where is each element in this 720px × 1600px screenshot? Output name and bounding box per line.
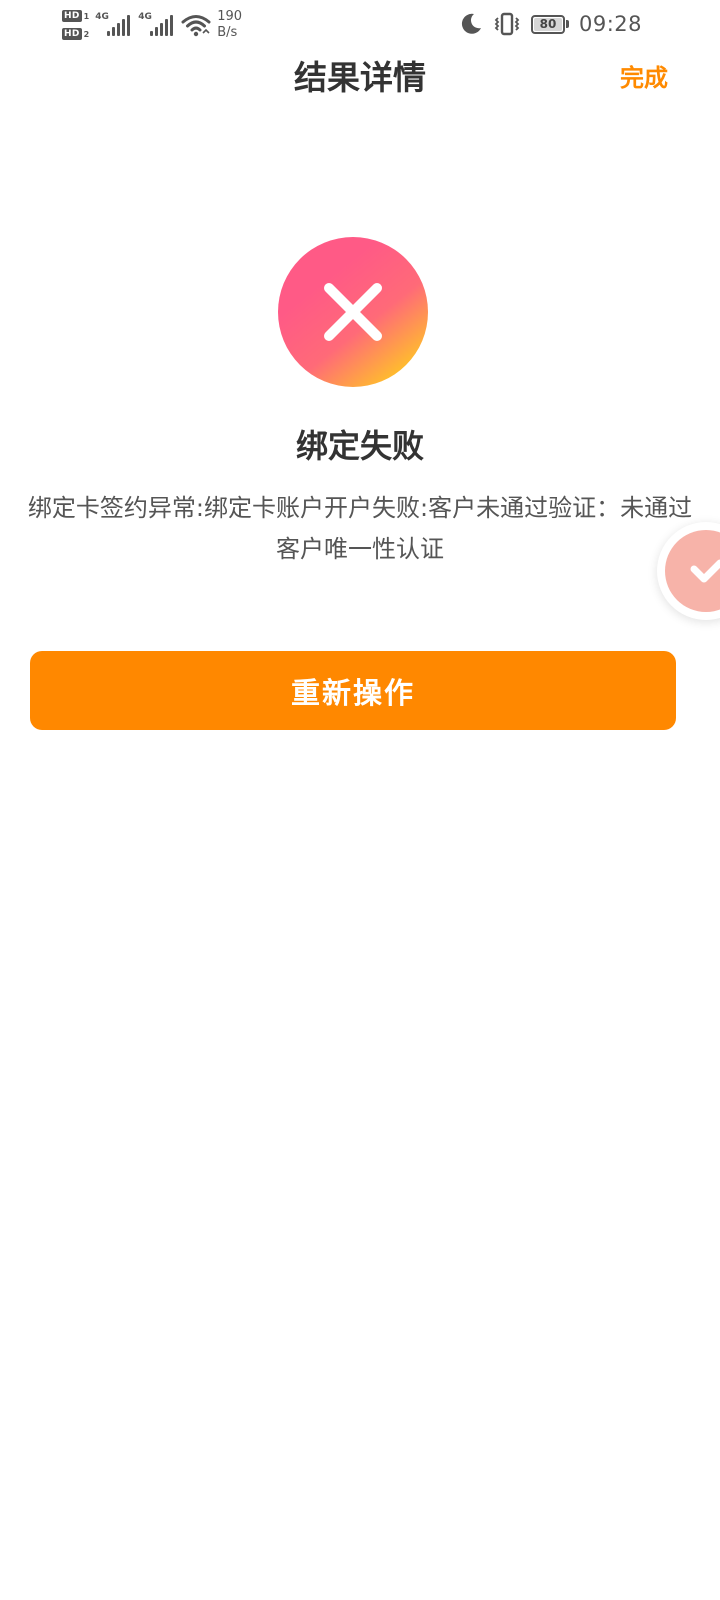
- done-button[interactable]: 完成: [620, 61, 668, 95]
- hd-indicators: HD 1 HD 2: [62, 10, 89, 40]
- sim1-signal: 4G: [95, 12, 131, 36]
- wifi-icon: [181, 15, 211, 37]
- sim1-hd-indicator: HD 1: [62, 10, 89, 22]
- network-type-label: 4G: [95, 12, 109, 22]
- check-icon: [690, 559, 720, 583]
- sim-index: 1: [83, 11, 90, 21]
- retry-button-label: 重新操作: [290, 675, 415, 710]
- hd-badge: HD: [62, 10, 82, 22]
- network-speed-value: 190: [217, 9, 243, 24]
- vibrate-icon: [494, 12, 520, 36]
- error-x-icon: [278, 237, 428, 387]
- retry-button[interactable]: 重新操作: [30, 651, 676, 730]
- page-title: 结果详情: [294, 58, 426, 97]
- status-time: 09:28: [578, 12, 642, 36]
- sim-index: 2: [83, 29, 90, 39]
- result-message: 绑定卡签约异常:绑定卡账户开户失败:客户未通过验证：未通过客户唯一性认证: [27, 494, 693, 563]
- hd-badge: HD: [62, 28, 82, 40]
- status-bar-left: HD 1 HD 2 4G 4G 190 B/s: [62, 4, 242, 46]
- moon-icon: [461, 13, 481, 34]
- battery-body: 80: [530, 14, 565, 34]
- battery-level: 80: [533, 17, 562, 31]
- signal-icon: [107, 15, 131, 36]
- sim2-hd-indicator: HD 2: [62, 28, 89, 40]
- signal-icon: [150, 15, 174, 36]
- result-title: 绑定失败: [295, 427, 424, 465]
- floating-assistant-inner: [665, 530, 720, 612]
- status-bar: HD 1 HD 2 4G 4G 190 B/s 80 09:28: [0, 0, 720, 48]
- network-speed: 190 B/s: [217, 9, 242, 41]
- navigation-header: 结果详情 完成: [0, 48, 720, 108]
- network-speed-unit: B/s: [217, 25, 238, 40]
- status-bar-right: 80 09:28: [459, 8, 642, 40]
- battery-icon: 80: [530, 14, 569, 34]
- sim2-signal: 4G: [138, 12, 174, 36]
- network-type-label: 4G: [138, 12, 152, 22]
- battery-tip: [565, 20, 569, 28]
